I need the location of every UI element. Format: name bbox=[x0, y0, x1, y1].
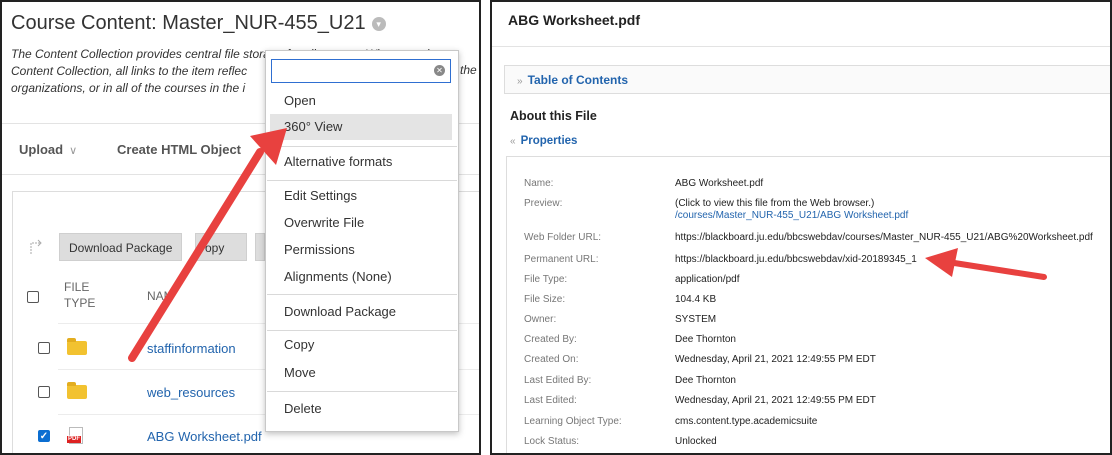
property-label: Web Folder URL: bbox=[524, 232, 602, 243]
property-label: Owner: bbox=[524, 314, 557, 325]
property-value: Unlocked bbox=[675, 436, 717, 447]
menu-item-alternative-formats[interactable]: Alternative formats bbox=[267, 149, 457, 175]
property-label: Permanent URL: bbox=[524, 254, 599, 265]
file-link[interactable]: web_resources bbox=[147, 385, 235, 400]
property-value: SYSTEM bbox=[675, 314, 717, 325]
property-value: ABG Worksheet.pdf bbox=[675, 178, 764, 189]
pdf-icon: PDF bbox=[67, 427, 83, 444]
property-label: Created By: bbox=[524, 334, 577, 345]
property-label: Name: bbox=[524, 178, 554, 189]
menu-item-delete[interactable]: Delete bbox=[267, 396, 457, 422]
more-actions-button[interactable] bbox=[255, 233, 265, 261]
about-heading: About this File bbox=[510, 109, 597, 123]
row-checkbox[interactable] bbox=[38, 386, 50, 398]
menu-item-edit-settings[interactable]: Edit Settings bbox=[267, 183, 457, 209]
menu-item-move[interactable]: Move bbox=[267, 360, 457, 386]
create-html-object-button[interactable]: Create HTML Object bbox=[117, 142, 241, 157]
menu-item-open[interactable]: Open bbox=[267, 88, 457, 114]
property-value: cms.content.type.academicsuite bbox=[675, 416, 818, 427]
divider bbox=[492, 46, 1110, 47]
row-checkbox-checked[interactable]: ✓ bbox=[38, 430, 50, 442]
expand-icon: » bbox=[517, 76, 523, 87]
menu-divider bbox=[267, 146, 457, 147]
row-checkbox[interactable] bbox=[38, 342, 50, 354]
copy-button[interactable]: opy bbox=[195, 233, 247, 261]
property-value: Dee Thornton bbox=[675, 334, 736, 345]
property-label: Created On: bbox=[524, 354, 579, 365]
file-type-header: FILE TYPE bbox=[64, 280, 96, 310]
property-label: Learning Object Type: bbox=[524, 416, 622, 427]
name-header[interactable]: NAM bbox=[147, 288, 174, 304]
menu-search-input[interactable]: ✕ bbox=[271, 59, 451, 83]
property-label: Preview: bbox=[524, 198, 563, 209]
course-content-panel: Course Content: Master_NUR-455_U21 ▾ The … bbox=[0, 0, 481, 455]
folder-icon bbox=[67, 382, 87, 399]
menu-item-alignments[interactable]: Alignments (None) bbox=[267, 264, 457, 290]
property-label: Last Edited: bbox=[524, 395, 577, 406]
chevron-down-icon: ∨ bbox=[69, 145, 78, 157]
collapse-icon: « bbox=[510, 136, 516, 147]
file-link[interactable]: ABG Worksheet.pdf bbox=[147, 429, 262, 444]
menu-item-download-package[interactable]: Download Package bbox=[267, 299, 457, 325]
property-value: application/pdf bbox=[675, 274, 740, 285]
clear-icon[interactable]: ✕ bbox=[434, 65, 445, 76]
table-of-contents-bar[interactable]: » Table of Contents bbox=[504, 65, 1110, 94]
folder-icon bbox=[67, 338, 87, 355]
description-fragment: the bbox=[460, 63, 477, 77]
file-link[interactable]: staffinformation bbox=[147, 341, 236, 356]
property-label: File Size: bbox=[524, 294, 566, 305]
menu-item-permissions[interactable]: Permissions bbox=[267, 237, 457, 263]
property-label: Lock Status: bbox=[524, 436, 580, 447]
toc-toggle[interactable]: » Table of Contents bbox=[517, 73, 628, 87]
permanent-url-value: https://blackboard.ju.edu/bbcswebdav/xid… bbox=[675, 254, 917, 265]
property-value: https://blackboard.ju.edu/bbcswebdav/cou… bbox=[675, 232, 1093, 243]
property-value: Wednesday, April 21, 2021 12:49:55 PM ED… bbox=[675, 354, 876, 365]
menu-item-360-view[interactable]: 360° View bbox=[270, 114, 452, 140]
menu-divider bbox=[267, 180, 457, 181]
move-arrow-icon bbox=[29, 237, 43, 255]
menu-divider bbox=[267, 330, 457, 331]
preview-link[interactable]: /courses/Master_NUR-455_U21/ABG Workshee… bbox=[675, 210, 908, 221]
file-properties-panel: ABG Worksheet.pdf » Table of Contents Abo… bbox=[490, 0, 1112, 455]
property-label: Last Edited By: bbox=[524, 375, 592, 386]
menu-item-overwrite-file[interactable]: Overwrite File bbox=[267, 210, 457, 236]
chevron-down-icon[interactable]: ▾ bbox=[371, 16, 386, 31]
menu-divider bbox=[267, 294, 457, 295]
property-label: File Type: bbox=[524, 274, 568, 285]
context-menu: ✕ Open 360° View Alternative formats Edi… bbox=[265, 50, 459, 432]
page-title: Course Content: Master_NUR-455_U21 ▾ bbox=[11, 12, 386, 35]
preview-note: (Click to view this file from the Web br… bbox=[675, 198, 875, 209]
menu-item-copy[interactable]: Copy bbox=[267, 332, 457, 358]
property-value: Dee Thornton bbox=[675, 375, 736, 386]
select-all-checkbox[interactable] bbox=[27, 291, 39, 303]
property-value: Wednesday, April 21, 2021 12:49:55 PM ED… bbox=[675, 395, 876, 406]
menu-divider bbox=[267, 391, 457, 392]
upload-button[interactable]: Upload ∨ bbox=[19, 142, 77, 157]
download-package-button[interactable]: Download Package bbox=[59, 233, 183, 261]
properties-toggle[interactable]: «Properties bbox=[510, 135, 577, 147]
file-title: ABG Worksheet.pdf bbox=[508, 12, 640, 28]
property-value: 104.4 KB bbox=[675, 294, 717, 305]
